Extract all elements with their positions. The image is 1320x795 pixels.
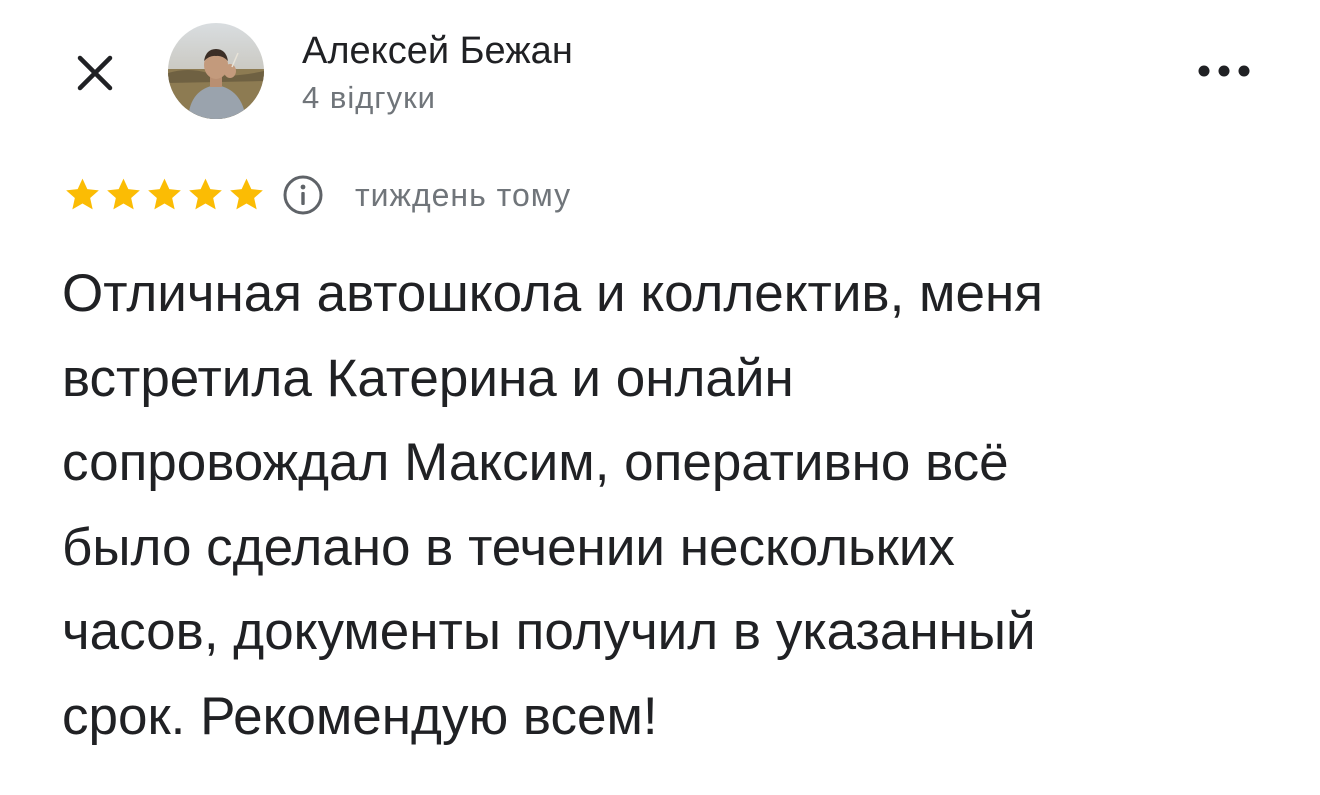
star-icon [103, 175, 144, 215]
info-button[interactable] [281, 173, 325, 217]
review-text-line: было сделано в течении нескольких [62, 517, 955, 577]
star-rating [62, 175, 267, 215]
review-text-line: Отличная автошкола и коллектив, меня [62, 264, 1043, 323]
info-icon [283, 175, 323, 215]
avatar-image [168, 23, 264, 119]
review-text-line: срок. Рекомендую всем! [62, 686, 658, 746]
review-text-line: встретила Катерина и онлайн [62, 348, 794, 408]
review-text-line: часов, документы получил в указанный [62, 602, 1036, 662]
more-horizontal-icon [1198, 65, 1250, 77]
star-icon [144, 175, 185, 215]
review-text-line: сопровождал Максим, оперативно всё [62, 433, 1009, 493]
close-button[interactable] [70, 48, 120, 98]
avatar[interactable] [168, 23, 264, 119]
rating-row: тиждень тому [62, 170, 571, 220]
star-icon [226, 175, 267, 215]
more-options-button[interactable] [1192, 56, 1256, 86]
reviewer-name[interactable]: Алексей Бежан [302, 28, 573, 74]
star-icon [185, 175, 226, 215]
star-icon [62, 175, 103, 215]
reviewer-review-count: 4 відгуки [302, 80, 436, 115]
review-date: тиждень тому [355, 176, 572, 213]
review-text: Отличная автошкола и коллектив, меня вст… [62, 252, 1262, 760]
close-icon [77, 55, 113, 91]
